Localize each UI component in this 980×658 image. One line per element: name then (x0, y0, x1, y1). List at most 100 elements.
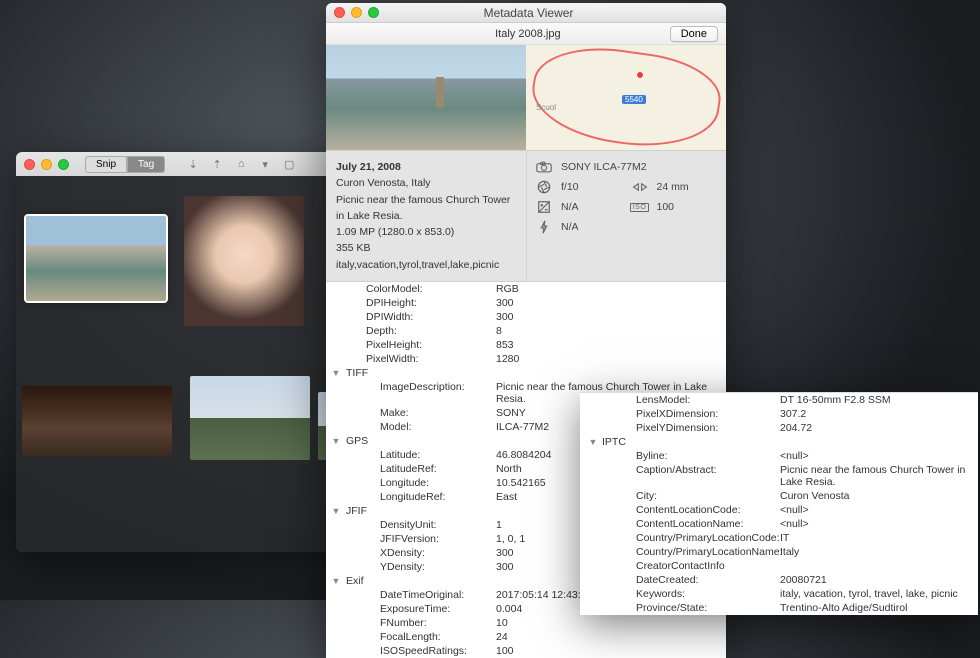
meta-value: Italy (780, 546, 978, 558)
meta-key: ContentLocationCode: (580, 504, 780, 516)
meta-key: Country/PrimaryLocationCode: (580, 532, 780, 544)
meta-key: Longitude: (326, 477, 496, 489)
meta-value: 1280 (496, 353, 726, 365)
exposure-bias-value: N/A (561, 201, 579, 213)
meta-key: Country/PrimaryLocationName: (580, 546, 780, 558)
meta-value: Trentino-Alto Adige/Sudtirol (780, 602, 978, 614)
meta-key: LensModel: (580, 394, 780, 406)
meta-row: Country/PrimaryLocationName:Italy (580, 545, 978, 559)
done-button[interactable]: Done (670, 26, 718, 42)
meta-key: PixelXDimension: (580, 408, 780, 420)
disclosure-icon: ▼ (326, 368, 346, 378)
mode-snip-button[interactable]: Snip (85, 156, 127, 173)
meta-row: Keywords:italy, vacation, tyrol, travel,… (580, 587, 978, 601)
meta-row: ContentLocationName:<null> (580, 517, 978, 531)
close-icon[interactable] (24, 159, 35, 170)
aperture-value: f/10 (561, 181, 579, 193)
disclosure-icon: ▼ (580, 437, 602, 447)
export-icon[interactable]: ⇡ (209, 156, 225, 172)
meta-value: <null> (780, 518, 978, 530)
meta-row: PixelYDimension:204.72 (580, 421, 978, 435)
meta-key: JFIFVersion: (326, 533, 496, 545)
meta-row: Byline:<null> (580, 449, 978, 463)
meta-key: DPIHeight: (326, 297, 496, 309)
tag-icon[interactable]: ⌂ (233, 156, 249, 172)
meta-key: PixelWidth: (326, 353, 496, 365)
mode-segmented: Snip Tag (85, 156, 165, 173)
minimize-icon[interactable] (41, 159, 52, 170)
meta-value: 300 (496, 297, 726, 309)
meta-row: LensModel:DT 16-50mm F2.8 SSM (580, 393, 978, 407)
meta-group-general: ColorModel:RGBDPIHeight:300DPIWidth:300D… (326, 282, 726, 366)
meta-value: <null> (780, 504, 978, 516)
meta-key: ColorModel: (326, 283, 496, 295)
meta-row: FocalLength:24 (326, 630, 726, 644)
summary-location: Curon Venosta, Italy (336, 175, 516, 191)
aperture-icon (535, 180, 553, 194)
meta-value: italy, vacation, tyrol, travel, lake, pi… (780, 588, 978, 600)
summary-row: July 21, 2008 Curon Venosta, Italy Picni… (326, 150, 726, 282)
meta-value: <null> (780, 450, 978, 462)
meta-key: ContentLocationName: (580, 518, 780, 530)
meta-key: FocalLength: (326, 631, 496, 643)
zoom-icon[interactable] (58, 159, 69, 170)
meta-key: Depth: (326, 325, 496, 337)
meta-key: FNumber: (326, 617, 496, 629)
meta-row: ContentLocationCode:<null> (580, 503, 978, 517)
meta-key: Caption/Abstract: (580, 464, 780, 488)
meta-key: Model: (326, 421, 496, 433)
window-controls (24, 159, 69, 170)
map-place-label: Scuol (536, 103, 556, 112)
meta-row: ISOSpeedRatings:100 (326, 644, 726, 658)
meta-key: CreatorContactInfo (580, 560, 780, 572)
map-preview[interactable]: 5540 Scuol (526, 45, 726, 150)
meta-value: 20080721 (780, 574, 978, 586)
thumbnail-selected[interactable] (26, 216, 166, 301)
meta-key: Make: (326, 407, 496, 419)
meta-key: Byline: (580, 450, 780, 462)
thumbnail[interactable] (22, 386, 172, 456)
iso-icon: ISO (631, 200, 649, 214)
meta-key: City: (580, 490, 780, 502)
group-header-tiff[interactable]: ▼TIFF (326, 366, 726, 380)
focal-value: 24 mm (657, 181, 689, 193)
meta-key: Keywords: (580, 588, 780, 600)
meta-key: DateCreated: (580, 574, 780, 586)
meta-value (780, 560, 978, 572)
meta-row: PixelHeight:853 (326, 338, 726, 352)
meta-key: PixelYDimension: (580, 422, 780, 434)
meta-row: Province/State:Trentino-Alto Adige/Sudti… (580, 601, 978, 615)
window-controls (334, 7, 379, 18)
zoom-icon[interactable] (368, 7, 379, 18)
meta-value: 853 (496, 339, 726, 351)
filter-icon[interactable]: ▾ (257, 156, 273, 172)
filename-label: Italy 2008.jpg (386, 28, 670, 40)
trash-icon[interactable]: ▢ (281, 156, 297, 172)
flash-icon (535, 220, 553, 234)
focal-icon (631, 180, 649, 194)
metadata-list-continuation[interactable]: LensModel:DT 16-50mm F2.8 SSMPixelXDimen… (580, 392, 978, 615)
close-icon[interactable] (334, 7, 345, 18)
window-title: Metadata Viewer (379, 6, 678, 20)
meta-key: Latitude: (326, 449, 496, 461)
thumbnail[interactable] (184, 196, 304, 326)
summary-caption: Picnic near the famous Church Tower in L… (336, 192, 516, 225)
meta-key: PixelHeight: (326, 339, 496, 351)
minimize-icon[interactable] (351, 7, 362, 18)
meta-row: PixelXDimension:307.2 (580, 407, 978, 421)
camera-icon (535, 160, 553, 174)
thumbnail[interactable] (190, 376, 310, 460)
meta-row: PixelWidth:1280 (326, 352, 726, 366)
meta-value: IT (780, 532, 978, 544)
browser-toolbar: ⇣ ⇡ ⌂ ▾ ▢ (185, 156, 297, 172)
iso-value: 100 (657, 201, 675, 213)
file-bar: Italy 2008.jpg Done (326, 23, 726, 45)
meta-key: DateTimeOriginal: (326, 589, 496, 601)
group-header-iptc[interactable]: ▼IPTC (580, 435, 978, 449)
camera-model: SONY ILCA-77M2 (561, 161, 647, 173)
meta-value: 24 (496, 631, 726, 643)
preview-row: 5540 Scuol (326, 45, 726, 150)
import-icon[interactable]: ⇣ (185, 156, 201, 172)
meta-value: 10 (496, 617, 726, 629)
mode-tag-button[interactable]: Tag (127, 156, 165, 173)
